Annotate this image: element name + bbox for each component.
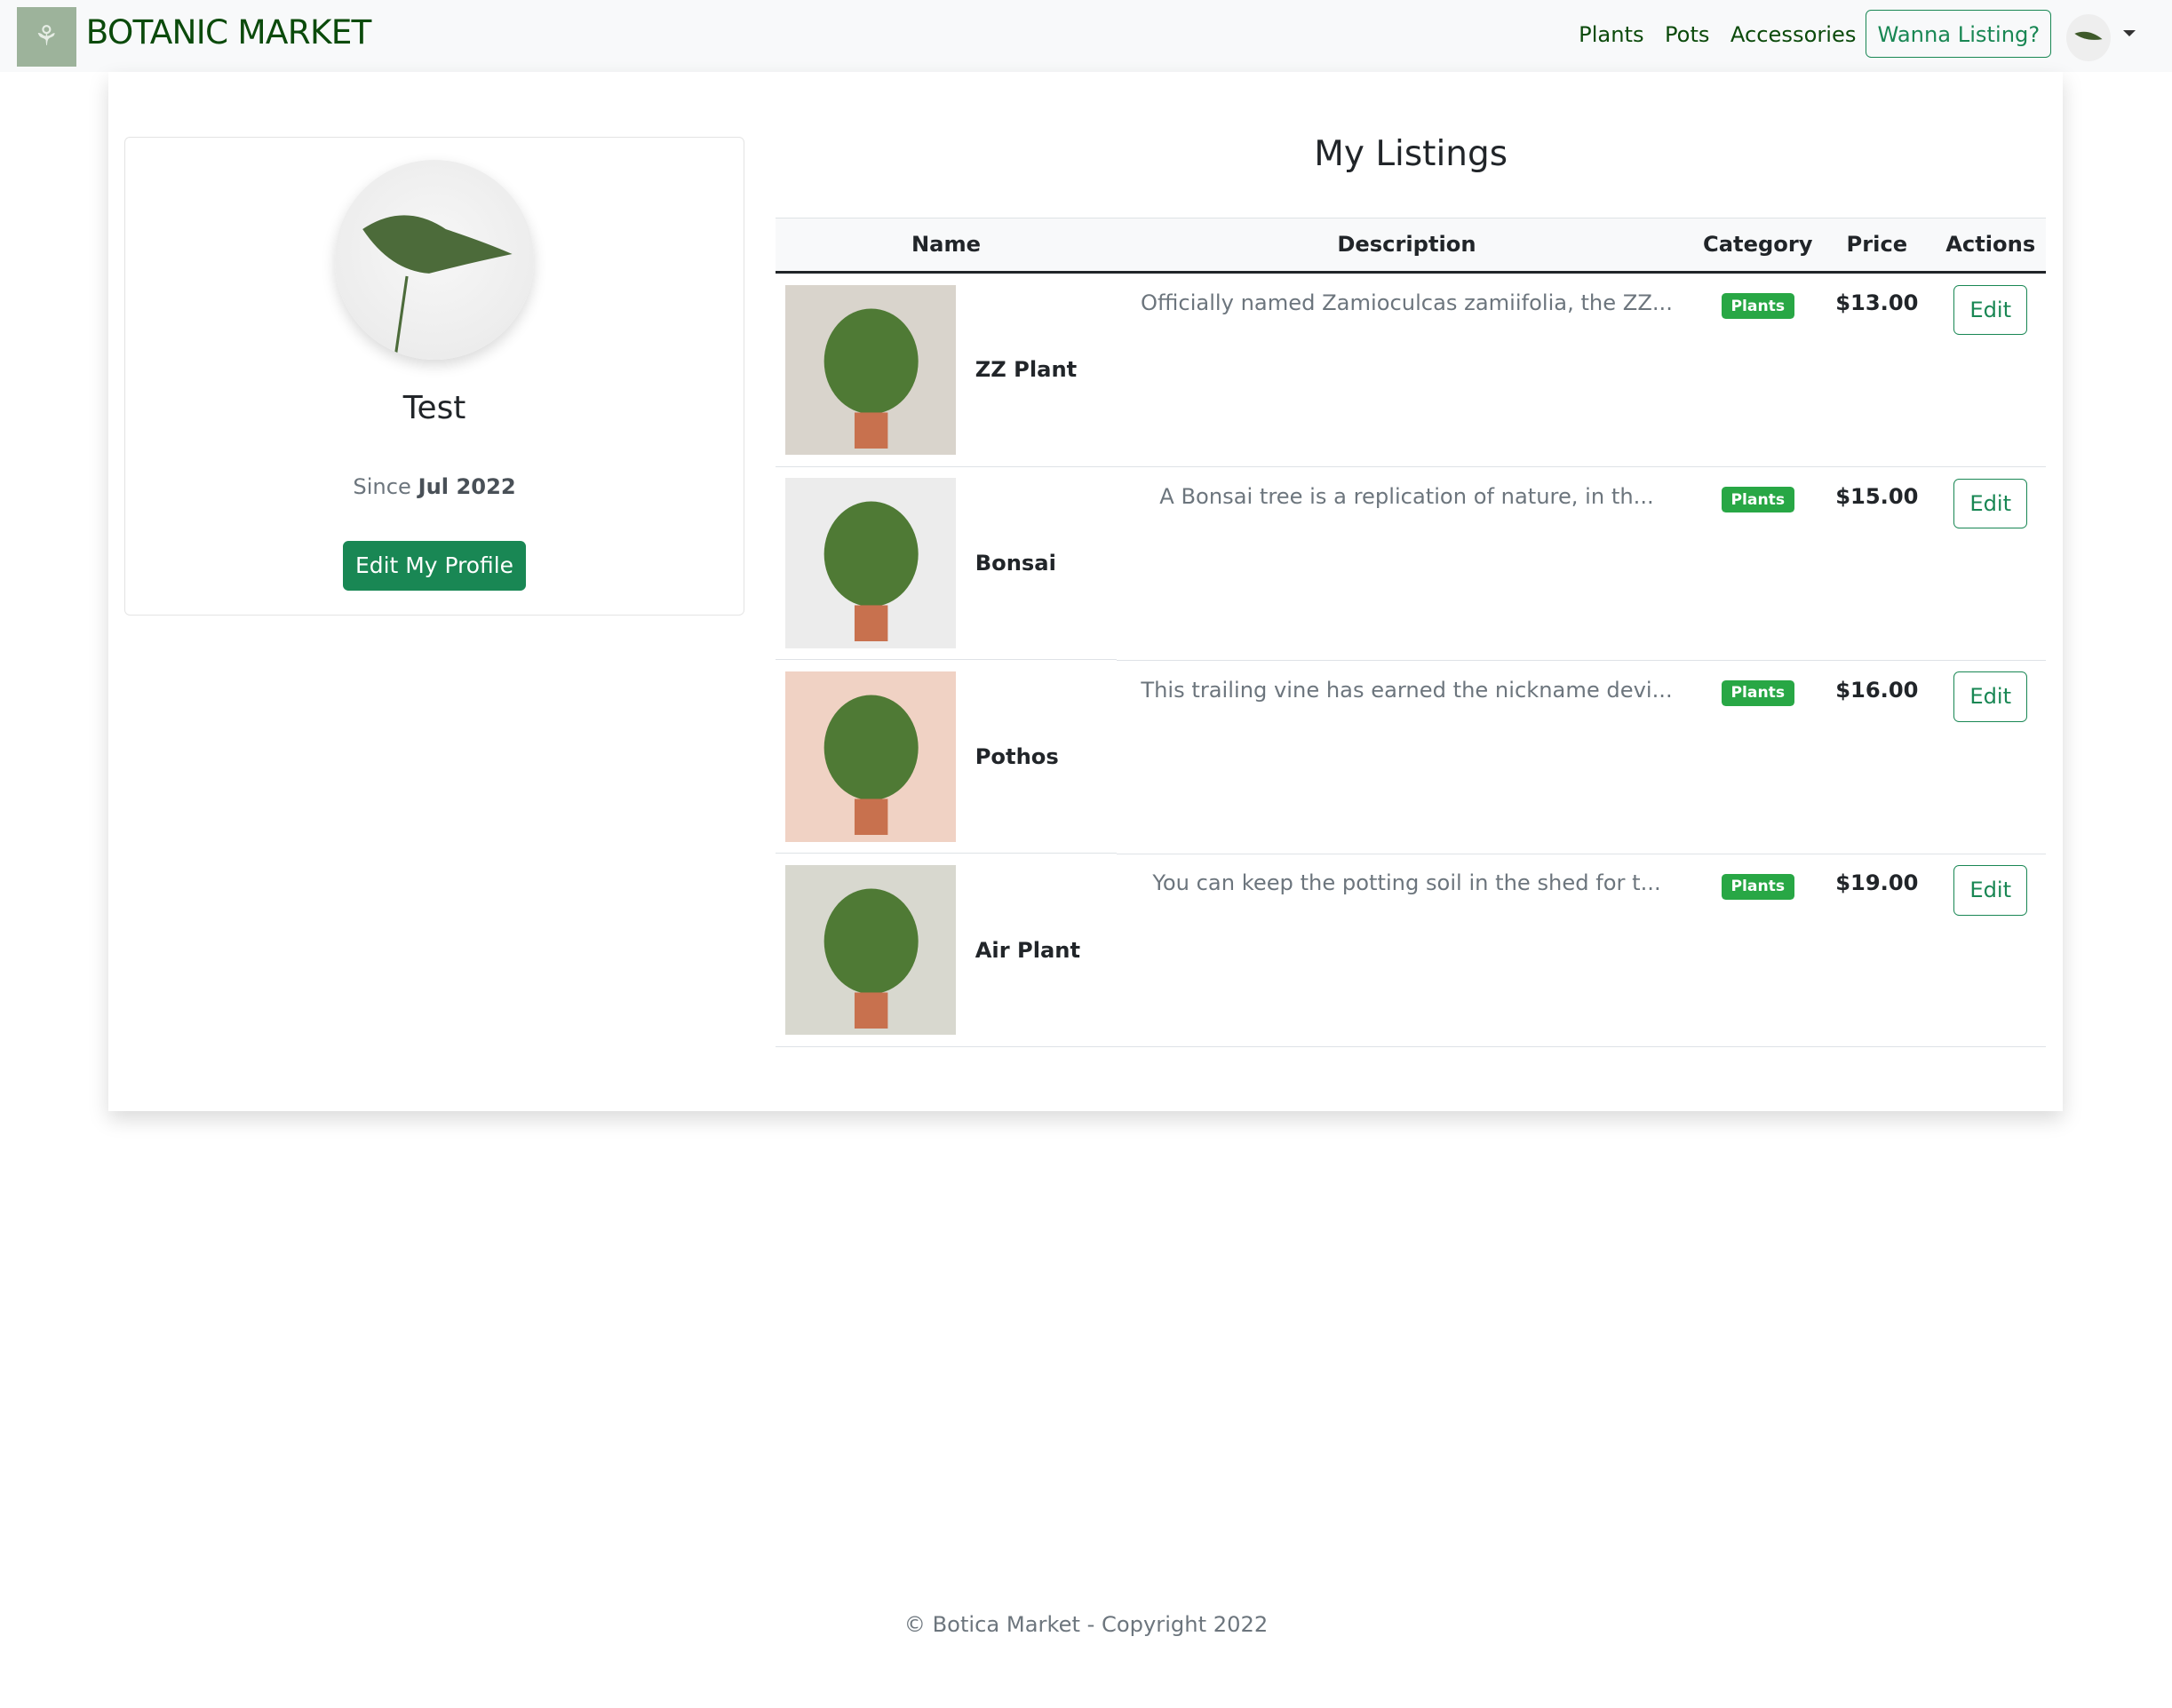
listing-description: You can keep the potting soil in the she… [1116, 854, 1698, 1048]
table-row: ZZ Plant Officially named Zamioculcas za… [776, 272, 2047, 468]
col-description: Description [1337, 232, 1476, 258]
listing-image[interactable] [785, 864, 956, 1036]
listing-price: $19.00 [1818, 854, 1936, 1048]
category-badge: Plants [1721, 873, 1794, 900]
table-row: Bonsai A Bonsai tree is a replication of… [776, 466, 2047, 661]
col-name: Name [911, 232, 982, 258]
listing-price: $13.00 [1818, 272, 1936, 468]
listing-image[interactable] [785, 671, 956, 842]
category-badge: Plants [1721, 487, 1794, 513]
nav-accessories[interactable]: Accessories [1730, 22, 1857, 47]
listings-table: Name Description Category Price Actions … [776, 218, 2047, 1048]
member-since: Since Jul 2022 [125, 474, 743, 499]
listing-description: Officially named Zamioculcas zamiifolia,… [1116, 272, 1698, 468]
listing-description: A Bonsai tree is a replication of nature… [1116, 466, 1698, 661]
listing-name: Pothos [975, 743, 1059, 769]
col-category: Category [1703, 232, 1813, 258]
user-avatar[interactable] [2066, 13, 2112, 61]
wanna-listing-button[interactable]: Wanna Listing? [1866, 9, 2052, 59]
listings-title: My Listings [1314, 134, 1508, 175]
col-price: Price [1846, 232, 1908, 258]
profile-avatar [334, 160, 535, 360]
main-container: Test Since Jul 2022 Edit My Profile My L… [107, 72, 2063, 1111]
brand-name[interactable]: BOTANIC MARKET [86, 12, 372, 52]
edit-profile-button[interactable]: Edit My Profile [343, 541, 526, 592]
footer: © Botica Market - Copyright 2022 [903, 1612, 1269, 1638]
nav-plants[interactable]: Plants [1579, 22, 1643, 47]
listing-name: Air Plant [975, 937, 1081, 963]
edit-listing-button[interactable]: Edit [1953, 478, 2028, 529]
navbar: ⚘ BOTANIC MARKET Plants Pots Accessories… [0, 0, 2172, 73]
table-row: Pothos This trailing vine has earned the… [776, 660, 2047, 854]
category-badge: Plants [1721, 679, 1794, 707]
table-row: Air Plant You can keep the potting soil … [776, 854, 2047, 1048]
plant-sprig-icon[interactable]: ⚘ [16, 6, 76, 67]
edit-listing-button[interactable]: Edit [1953, 284, 2028, 336]
since-label: Since [353, 474, 411, 500]
chevron-down-icon[interactable] [2123, 30, 2136, 38]
col-actions: Actions [1945, 232, 2036, 258]
edit-listing-button[interactable]: Edit [1953, 865, 2028, 916]
listing-image[interactable] [785, 478, 956, 649]
listing-price: $16.00 [1818, 660, 1936, 854]
category-badge: Plants [1721, 292, 1794, 320]
listing-price: $15.00 [1818, 466, 1936, 661]
profile-card: Test Since Jul 2022 Edit My Profile [124, 137, 744, 616]
edit-listing-button[interactable]: Edit [1953, 671, 2028, 723]
listing-name: ZZ Plant [975, 357, 1078, 383]
listing-description: This trailing vine has earned the nickna… [1116, 660, 1698, 854]
profile-name: Test [402, 390, 466, 427]
nav-pots[interactable]: Pots [1665, 22, 1710, 47]
listing-name: Bonsai [975, 551, 1056, 576]
listing-image[interactable] [785, 284, 956, 456]
since-date: Jul 2022 [418, 474, 516, 500]
